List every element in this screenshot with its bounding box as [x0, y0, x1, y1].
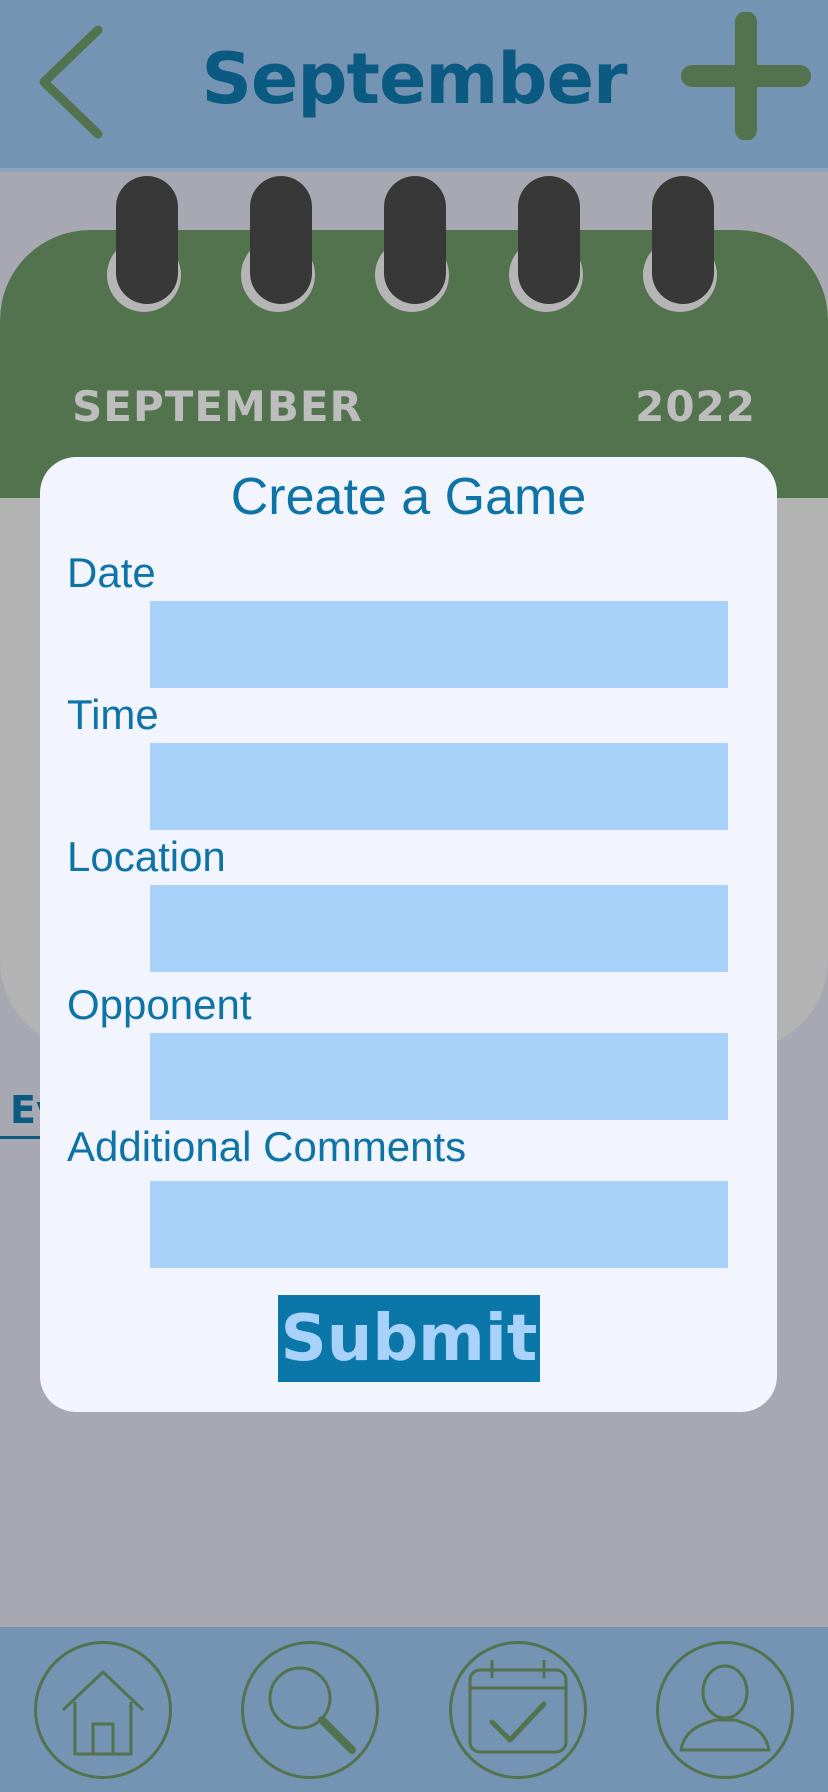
nav-home-button[interactable] — [34, 1641, 172, 1779]
additional-comments-label: Additional Comments — [67, 1123, 467, 1170]
additional-comments-field[interactable] — [150, 1181, 728, 1268]
user-icon — [679, 1664, 771, 1752]
search-icon — [268, 1666, 356, 1754]
calendar-ring — [375, 176, 452, 312]
location-field[interactable] — [150, 885, 728, 972]
location-label: Location — [67, 833, 226, 880]
calendar-year: 2022 — [635, 382, 756, 431]
opponent-label: Opponent — [67, 981, 252, 1028]
calendar-ring — [241, 176, 318, 312]
nav-profile-button[interactable] — [656, 1641, 794, 1779]
opponent-field[interactable] — [150, 1033, 728, 1120]
top-header: September — [0, 0, 828, 172]
calendar-ring — [643, 176, 720, 312]
home-icon — [61, 1670, 145, 1756]
date-field[interactable] — [150, 601, 728, 688]
ring-binding — [652, 176, 714, 304]
bottom-nav — [0, 1627, 828, 1792]
calendar-ring — [509, 176, 586, 312]
nav-calendar-button[interactable] — [449, 1641, 587, 1779]
nav-search-button[interactable] — [241, 1641, 379, 1779]
add-button[interactable] — [680, 11, 812, 141]
calendar-check-icon — [468, 1660, 568, 1754]
ring-binding — [250, 176, 312, 304]
time-field[interactable] — [150, 743, 728, 830]
ring-binding — [518, 176, 580, 304]
header-divider — [0, 168, 828, 172]
plus-icon — [681, 11, 811, 141]
ring-binding — [116, 176, 178, 304]
modal-title: Create a Game — [230, 468, 587, 526]
date-label: Date — [67, 549, 156, 596]
calendar-month: SEPTEMBER — [72, 382, 363, 431]
submit-button[interactable]: Submit — [278, 1295, 540, 1382]
create-game-modal: Create a Game Date Time Location Opponen… — [40, 457, 777, 1412]
time-label: Time — [67, 691, 159, 738]
calendar-ring — [107, 176, 184, 312]
ring-binding — [384, 176, 446, 304]
